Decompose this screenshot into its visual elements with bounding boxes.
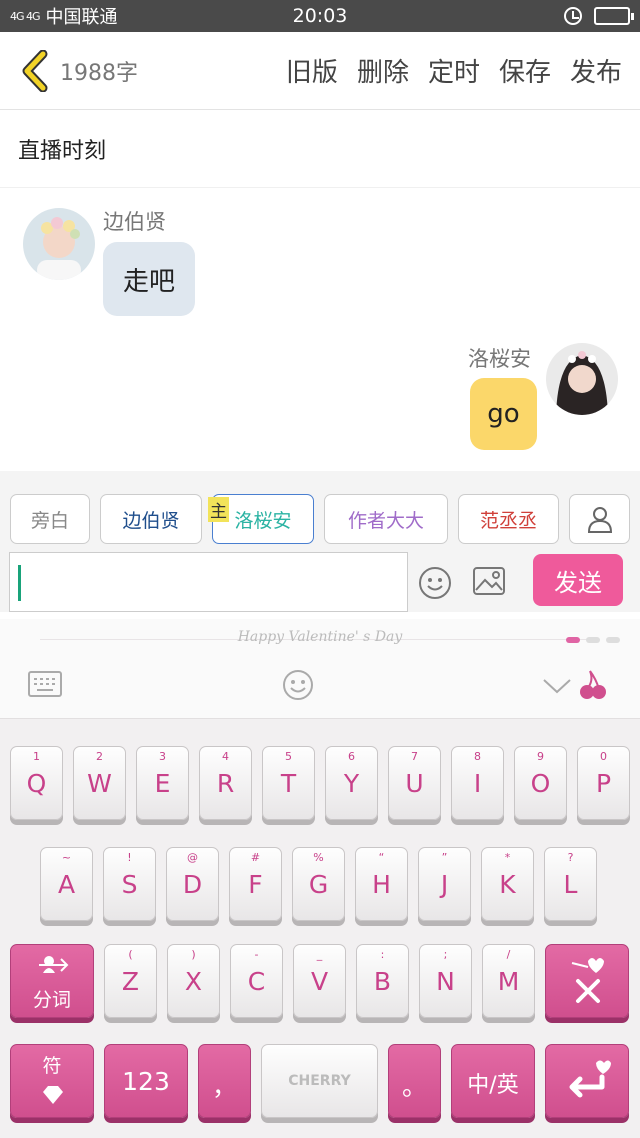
schedule-button[interactable]: 定时: [428, 52, 480, 89]
role-selector: 旁白 边伯贤 洛桜安 作者大大 范丞丞: [0, 471, 640, 552]
delete-button[interactable]: 删除: [357, 52, 409, 89]
keyboard-icon[interactable]: [28, 671, 62, 697]
back-button[interactable]: [18, 49, 50, 93]
key-n[interactable]: ; N: [419, 944, 472, 1018]
image-icon[interactable]: [472, 566, 506, 596]
cupid-icon: [39, 956, 69, 973]
page-dots: [566, 637, 620, 643]
key-z[interactable]: (Z: [104, 944, 157, 1018]
chat-area: 边伯贤 走吧 洛桜安 go: [0, 188, 640, 471]
segment-key[interactable]: 分词: [10, 944, 94, 1018]
role-author[interactable]: 作者大大: [324, 494, 448, 544]
message-bubble[interactable]: 走吧: [103, 242, 195, 316]
heart-x-icon: [571, 958, 604, 1003]
chevron-left-icon: [22, 49, 48, 92]
emoji-icon[interactable]: [282, 669, 314, 701]
key-j[interactable]: ” J: [418, 847, 471, 921]
send-button[interactable]: 发送: [533, 554, 623, 606]
sender-name: 边伯贤: [103, 210, 166, 234]
keyboard-toolbar: Happy Valentine' s Day: [0, 619, 640, 719]
key-f[interactable]: # F: [229, 847, 282, 921]
key-r[interactable]: 4R: [199, 746, 252, 820]
key-c[interactable]: -C: [230, 944, 283, 1018]
status-bar: 4G 4G 中国联通 20:03: [0, 0, 640, 32]
symbol-key[interactable]: 符: [10, 1044, 94, 1118]
enter-icon: [569, 1060, 611, 1098]
key-o[interactable]: 9O: [514, 746, 567, 820]
key-p[interactable]: 0P: [577, 746, 630, 820]
key-t[interactable]: 5T: [262, 746, 315, 820]
role-character[interactable]: 边伯贤: [100, 494, 202, 544]
key-q[interactable]: 1Q: [10, 746, 63, 820]
key-h[interactable]: “H: [355, 847, 408, 921]
key-v[interactable]: _ V: [293, 944, 346, 1018]
chevron-down-icon[interactable]: [542, 677, 572, 695]
key-g[interactable]: % G: [292, 847, 345, 921]
old-version-button[interactable]: 旧版: [286, 52, 338, 89]
emoji-icon[interactable]: [418, 566, 452, 600]
avatar[interactable]: [546, 343, 618, 415]
keyboard-theme-text: Happy Valentine' s Day: [237, 629, 403, 645]
clear-key[interactable]: [545, 944, 629, 1018]
key-u[interactable]: 7U: [388, 746, 441, 820]
save-button[interactable]: 保存: [499, 52, 551, 89]
word-count: 1988字: [60, 60, 138, 86]
key-w[interactable]: 2W: [73, 746, 126, 820]
text-cursor: [18, 565, 21, 601]
avatar[interactable]: [23, 208, 95, 280]
cherry-icon[interactable]: [578, 667, 608, 701]
key-b[interactable]: :B: [356, 944, 409, 1018]
role-narrator[interactable]: 旁白: [10, 494, 90, 544]
compose-row: 发送: [0, 552, 640, 612]
number-key[interactable]: 123: [104, 1044, 188, 1118]
person-icon: [587, 507, 612, 533]
key-k[interactable]: * K: [481, 847, 534, 921]
key-m[interactable]: / M: [482, 944, 535, 1018]
message-input[interactable]: [9, 552, 408, 612]
enter-key[interactable]: [545, 1044, 629, 1118]
publish-button[interactable]: 发布: [570, 52, 622, 89]
battery-icon: [594, 7, 634, 25]
role-character[interactable]: 范丞丞: [458, 494, 559, 544]
keyboard: Happy Valentine' s Day 1Q 2W 3E 4R 5T 6: [0, 619, 640, 1138]
alarm-icon: [564, 7, 582, 25]
message-bubble[interactable]: go: [470, 378, 537, 450]
diamond-icon: [43, 1086, 63, 1104]
key-e[interactable]: 3E: [136, 746, 189, 820]
add-role-button[interactable]: [569, 494, 630, 544]
sender-name: 洛桜安: [468, 347, 531, 371]
story-title[interactable]: 直播时刻: [0, 110, 640, 188]
language-key[interactable]: 中/英: [451, 1044, 535, 1118]
key-s[interactable]: ! S: [103, 847, 156, 921]
period-key[interactable]: 。: [388, 1044, 441, 1118]
key-x[interactable]: ) X: [167, 944, 220, 1018]
key-l[interactable]: ? L: [544, 847, 597, 921]
key-d[interactable]: @ D: [166, 847, 219, 921]
key-a[interactable]: ~ A: [40, 847, 93, 921]
status-time: 20:03: [292, 5, 348, 27]
key-y[interactable]: 6Y: [325, 746, 378, 820]
main-character-tag: 主: [208, 497, 229, 522]
editor-toolbar: 1988字 旧版 删除 定时 保存 发布: [0, 32, 640, 110]
space-key[interactable]: CHERRY: [261, 1044, 378, 1118]
key-i[interactable]: 8I: [451, 746, 504, 820]
comma-key[interactable]: ，: [198, 1044, 251, 1118]
